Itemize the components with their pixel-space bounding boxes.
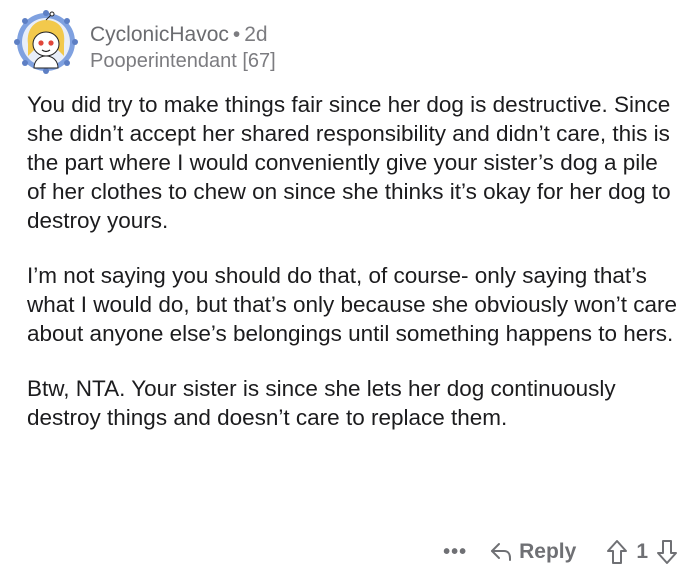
user-flair: Pooperintendant [67]: [90, 50, 276, 72]
comment-header: CyclonicHavoc • 2d Pooperintendant [67]: [14, 10, 276, 80]
comment-age: 2d: [244, 23, 268, 46]
upvote-arrow-icon[interactable]: [606, 539, 628, 565]
comment-meta: CyclonicHavoc • 2d Pooperintendant [67]: [90, 22, 276, 74]
meta-line: CyclonicHavoc • 2d: [90, 22, 276, 48]
comment-actions: ••• Reply 1: [443, 535, 678, 569]
reply-label: Reply: [519, 540, 577, 563]
downvote-arrow-icon[interactable]: [656, 539, 678, 565]
reply-arrow-icon: [489, 541, 513, 563]
comment-paragraph: Btw, NTA. Your sister is since she lets …: [27, 376, 616, 430]
username[interactable]: CyclonicHavoc: [90, 23, 229, 46]
more-options-button[interactable]: •••: [443, 541, 467, 564]
comment-paragraph: I’m not saying you should do that, of co…: [27, 263, 677, 346]
snoo-avatar-icon: [14, 10, 78, 74]
vote-controls: 1: [606, 539, 678, 565]
avatar[interactable]: [14, 10, 78, 74]
comment: CyclonicHavoc • 2d Pooperintendant [67] Yo…: [0, 0, 700, 579]
reply-button[interactable]: Reply: [489, 540, 576, 564]
separator-dot: •: [232, 23, 241, 46]
comment-paragraph: You did try to make things fair since he…: [27, 92, 671, 233]
comment-body: You did try to make things fair since he…: [27, 90, 677, 458]
vote-count: 1: [636, 540, 648, 563]
